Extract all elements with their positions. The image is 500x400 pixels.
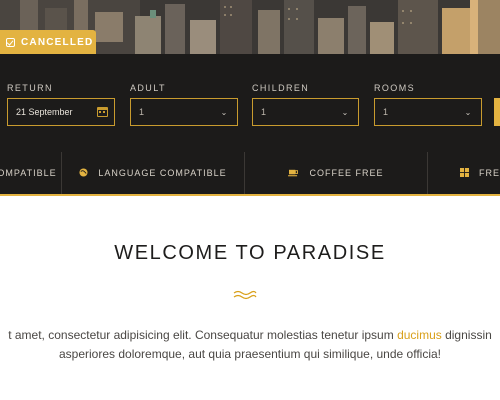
wave-ornament-icon — [233, 290, 257, 300]
windows-icon — [460, 167, 469, 179]
page: CANCELLED RETURN 21 September ADULT 1 ⌄ … — [0, 0, 500, 400]
description-text: dignissin — [441, 328, 492, 342]
checkbox-icon — [6, 37, 15, 47]
children-label: CHILDREN — [252, 83, 310, 93]
amenity-item: LANGUAGE COMPATIBLE — [62, 152, 244, 194]
return-date-field[interactable]: 21 September — [7, 98, 115, 126]
adult-label: ADULT — [130, 83, 166, 93]
adult-select[interactable]: 1 ⌄ — [130, 98, 238, 126]
amenities-bar: OMPATIBLE LANGUAGE COMPATIBLE COFFEE FRE… — [0, 152, 500, 196]
amenity-label: LANGUAGE COMPATIBLE — [98, 168, 227, 178]
return-date-value: 21 September — [16, 107, 73, 117]
welcome-description-line2: asperiores doloremque, aut quia praesent… — [58, 347, 441, 361]
cancelled-badge-label: CANCELLED — [21, 36, 94, 48]
ducimus-link[interactable]: ducimus — [397, 328, 442, 342]
amenity-item: COFFEE FREE — [245, 152, 427, 194]
description-text: t amet, consectetur adipisicing elit. Co… — [8, 328, 398, 342]
booking-form: RETURN 21 September ADULT 1 ⌄ CHILDREN 1… — [0, 54, 500, 152]
adult-value: 1 — [139, 107, 145, 117]
children-value: 1 — [261, 107, 267, 117]
globe-icon — [79, 167, 88, 179]
rooms-label: ROOMS — [374, 83, 416, 93]
coffee-cup-icon — [288, 168, 299, 179]
amenity-item: OMPATIBLE — [0, 152, 62, 194]
welcome-description-line1: t amet, consectetur adipisicing elit. Co… — [0, 328, 500, 342]
return-label: RETURN — [7, 83, 53, 93]
amenity-item: FREE — [428, 152, 500, 194]
children-select[interactable]: 1 ⌄ — [252, 98, 359, 126]
cancelled-badge[interactable]: CANCELLED — [0, 30, 96, 54]
chevron-down-icon: ⌄ — [341, 107, 349, 117]
chevron-down-icon: ⌄ — [464, 107, 472, 117]
chevron-down-icon: ⌄ — [220, 107, 228, 117]
rooms-select[interactable]: 1 ⌄ — [374, 98, 482, 126]
amenity-label: COFFEE FREE — [309, 168, 384, 178]
welcome-title: WELCOME TO PARADISE — [114, 242, 386, 264]
amenity-label: OMPATIBLE — [0, 168, 57, 178]
search-button[interactable] — [494, 98, 500, 126]
rooms-value: 1 — [383, 107, 389, 117]
hero-banner: CANCELLED — [0, 0, 500, 54]
amenity-label: FREE — [479, 168, 500, 178]
calendar-icon — [97, 107, 108, 117]
